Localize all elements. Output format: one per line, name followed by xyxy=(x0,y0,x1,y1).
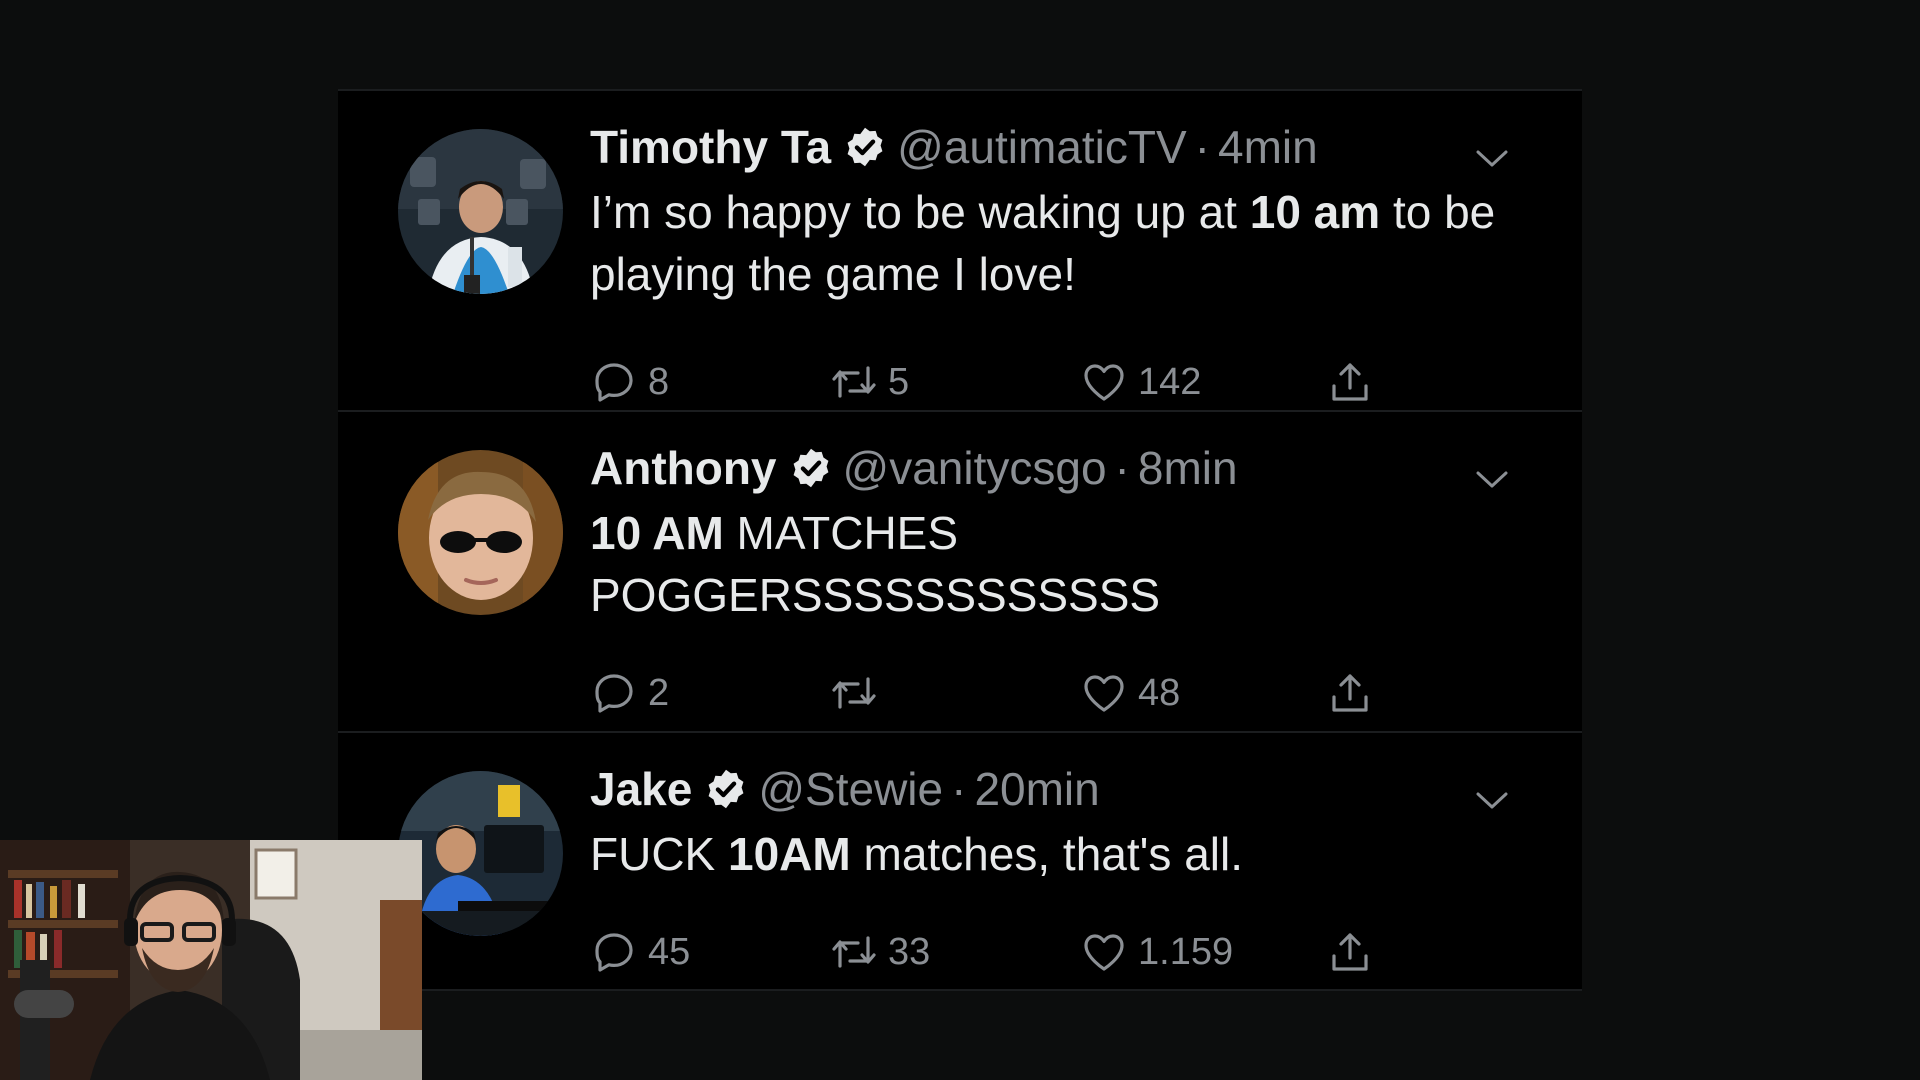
tweet-content: Anthony @vanitycsgo · 8min 10 AM MATCHES PO… xyxy=(590,438,1510,626)
like-button[interactable]: 48 xyxy=(1080,668,1180,718)
author-handle[interactable]: @vanitycsgo xyxy=(843,442,1107,494)
tweet-text: I’m so happy to be waking up at 10 am to… xyxy=(590,181,1510,305)
tweet[interactable]: Anthony @vanitycsgo · 8min 10 AM MATCHES PO… xyxy=(338,410,1582,731)
tweet-feed: Timothy Ta @autimaticTV · 4min I’m so happy… xyxy=(338,89,1582,991)
share-button[interactable] xyxy=(1326,927,1374,977)
avatar[interactable] xyxy=(398,771,563,936)
avatar[interactable] xyxy=(398,450,563,615)
tweet[interactable]: Timothy Ta @autimaticTV · 4min I’m so happy… xyxy=(338,89,1582,410)
tweet-text: FUCK 10AM matches, that's all. xyxy=(590,823,1510,885)
reply-count: 45 xyxy=(648,930,691,973)
reply-icon xyxy=(595,933,633,972)
heart-icon xyxy=(1084,364,1124,401)
tweet-time[interactable]: 20min xyxy=(974,763,1099,815)
like-count: 1.159 xyxy=(1138,930,1234,973)
tweet-text-run: 10 AM xyxy=(590,507,724,559)
share-icon xyxy=(1332,363,1368,401)
retweet-count: 5 xyxy=(888,360,910,403)
webcam-image xyxy=(0,840,422,1080)
webcam-overlay xyxy=(0,840,422,1080)
tweet-text: 10 AM MATCHES POGGERSSSSSSSSSSSS xyxy=(590,502,1510,626)
like-button[interactable]: 142 xyxy=(1080,357,1201,407)
separator-dot: · xyxy=(1114,442,1130,494)
tweet-text-run: matches, that's all. xyxy=(850,828,1243,880)
retweet-icon xyxy=(832,936,876,968)
retweet-button[interactable] xyxy=(830,668,888,718)
share-button[interactable] xyxy=(1326,357,1374,407)
verified-badge-icon xyxy=(704,767,748,811)
chevron-down-icon[interactable] xyxy=(1474,147,1510,171)
retweet-icon xyxy=(832,366,876,398)
retweet-count: 33 xyxy=(888,930,931,973)
reply-button[interactable]: 8 xyxy=(590,357,669,407)
tweet-actions: 8 5 142 xyxy=(590,357,1470,407)
avatar-image xyxy=(398,450,563,615)
heart-icon xyxy=(1084,675,1124,712)
tweet-header: Timothy Ta @autimaticTV · 4min xyxy=(590,117,1510,177)
tweet-header: Anthony @vanitycsgo · 8min xyxy=(590,438,1510,498)
tweet-content: Timothy Ta @autimaticTV · 4min I’m so happy… xyxy=(590,117,1510,305)
like-count: 48 xyxy=(1138,671,1181,714)
tweet-text-run: 10AM xyxy=(728,828,851,880)
tweet-time[interactable]: 4min xyxy=(1218,121,1318,173)
like-button[interactable]: 1.159 xyxy=(1080,927,1233,977)
share-icon xyxy=(1332,933,1368,971)
retweet-button[interactable]: 33 xyxy=(830,927,930,977)
reply-icon xyxy=(595,674,633,713)
reply-count: 8 xyxy=(648,360,670,403)
author-handle[interactable]: @autimaticTV xyxy=(897,121,1187,173)
chevron-down-icon[interactable] xyxy=(1474,789,1510,813)
avatar-image xyxy=(398,129,563,294)
author-name[interactable]: Anthony xyxy=(590,442,777,494)
share-button[interactable] xyxy=(1326,668,1374,718)
reply-button[interactable]: 2 xyxy=(590,668,669,718)
tweet-content: Jake @Stewie · 20min FUCK 10AM matches, tha… xyxy=(590,759,1510,885)
reply-count: 2 xyxy=(648,671,670,714)
reply-icon xyxy=(595,363,633,402)
tweet-text-run: I’m so happy to be waking up at xyxy=(590,186,1250,238)
tweet-text-run: 10 am xyxy=(1249,186,1381,238)
share-icon xyxy=(1332,674,1368,712)
verified-badge-icon xyxy=(843,125,887,169)
like-count: 142 xyxy=(1138,360,1202,403)
reply-button[interactable]: 45 xyxy=(590,927,690,977)
tweet-actions: 45 33 1.159 xyxy=(590,927,1470,977)
tweet-actions: 2 48 xyxy=(590,668,1470,718)
avatar-image xyxy=(398,771,563,936)
author-handle[interactable]: @Stewie xyxy=(758,763,943,815)
tweet[interactable]: Jake @Stewie · 20min FUCK 10AM matches, tha… xyxy=(338,731,1582,991)
screen: Timothy Ta @autimaticTV · 4min I’m so happy… xyxy=(0,0,1920,1080)
heart-icon xyxy=(1084,934,1124,971)
retweet-icon xyxy=(832,677,876,709)
verified-badge-icon xyxy=(789,446,833,490)
retweet-button[interactable]: 5 xyxy=(830,357,909,407)
author-name[interactable]: Jake xyxy=(590,763,692,815)
tweet-header: Jake @Stewie · 20min xyxy=(590,759,1510,819)
author-name[interactable]: Timothy Ta xyxy=(590,121,831,173)
tweet-time[interactable]: 8min xyxy=(1138,442,1238,494)
tweet-text-run: FUCK xyxy=(590,828,728,880)
chevron-down-icon[interactable] xyxy=(1474,468,1510,492)
separator-dot: · xyxy=(951,763,967,815)
avatar[interactable] xyxy=(398,129,563,294)
separator-dot: · xyxy=(1194,121,1210,173)
